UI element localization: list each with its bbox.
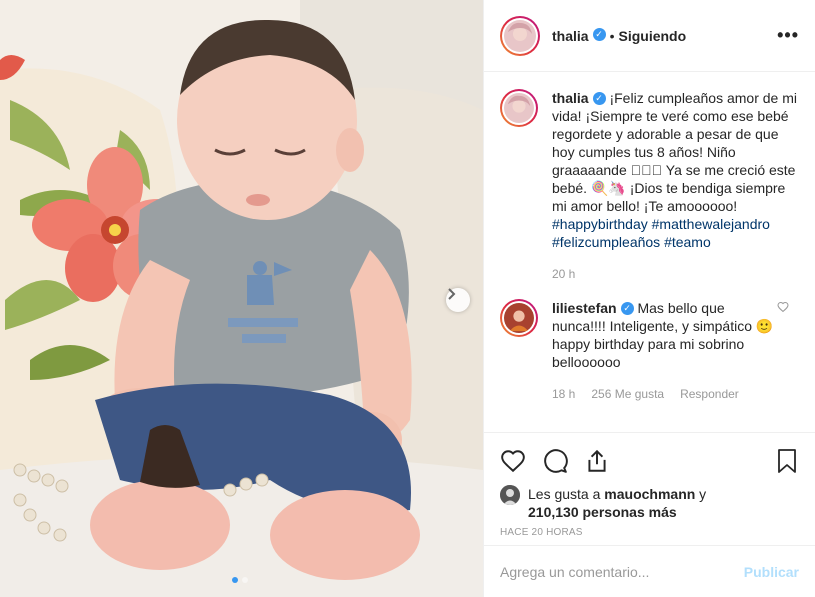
comment-item: liliestefan ✓ Mas bello que nunca!!!! Int…	[500, 299, 799, 403]
separator-dot: •	[609, 27, 615, 44]
avatar-image	[504, 93, 534, 123]
comment-composer: Publicar	[484, 545, 815, 597]
comment-meta: 18 h 256 Me gusta Responder	[552, 385, 775, 403]
next-photo-button[interactable]	[446, 288, 470, 312]
liker-username[interactable]: mauochmann	[604, 486, 695, 502]
like-comment-heart-icon[interactable]	[777, 301, 789, 313]
avatar-image	[504, 19, 536, 52]
comment-time[interactable]: 18 h	[552, 385, 575, 403]
caption-username[interactable]: thalia	[552, 90, 589, 106]
comment-likes[interactable]: 256 Me gusta	[591, 385, 664, 403]
following-button[interactable]: Siguiendo	[618, 28, 686, 44]
comment-input[interactable]	[500, 563, 744, 580]
carousel-indicator	[232, 577, 248, 583]
caption-avatar[interactable]	[500, 89, 538, 127]
likes-count[interactable]: 210,130 personas más	[528, 504, 677, 520]
carousel-dot-active	[232, 577, 238, 583]
comment-emoji: 🙂	[755, 318, 774, 334]
post-header: thalia ✓ • Siguiendo •••	[484, 0, 815, 72]
likes-prefix: Les gusta a	[528, 486, 605, 502]
post-timestamp[interactable]: HACE 20 HORAS	[500, 527, 799, 538]
post-actions: Les gusta a mauochmann y 210,130 persona…	[484, 432, 815, 538]
likes-summary: Les gusta a mauochmann y 210,130 persona…	[500, 485, 799, 521]
more-options-icon[interactable]: •••	[777, 25, 799, 46]
post-photo[interactable]	[0, 0, 483, 597]
author-username[interactable]: thalia	[552, 28, 589, 44]
action-icons	[500, 441, 799, 481]
share-icon[interactable]	[584, 448, 610, 474]
chevron-right-icon	[448, 288, 456, 300]
carousel-dot	[242, 577, 248, 583]
bookmark-icon[interactable]	[775, 448, 799, 474]
like-heart-icon[interactable]	[500, 448, 526, 474]
publish-button[interactable]: Publicar	[744, 564, 799, 580]
commenter-avatar[interactable]	[500, 299, 538, 337]
comment-body: liliestefan ✓ Mas bello que nunca!!!! Int…	[552, 299, 799, 403]
reply-button[interactable]: Responder	[680, 385, 739, 403]
caption-meta: 20 h	[552, 265, 799, 283]
verified-badge-icon: ✓	[620, 301, 634, 315]
hashtag-link[interactable]: #happybirthday	[552, 216, 648, 232]
comment-text: happy birthday para mi sobrino bellooooo…	[552, 336, 745, 370]
baby-photo-illustration	[0, 0, 483, 597]
hashtag-link[interactable]: #teamo	[664, 234, 711, 250]
verified-badge-icon: ✓	[592, 28, 606, 41]
comment-bubble-icon[interactable]	[542, 448, 568, 474]
verified-badge-icon: ✓	[592, 91, 606, 105]
likes-text: Les gusta a mauochmann y 210,130 persona…	[528, 485, 706, 521]
hashtag-link[interactable]: #felizcumpleaños	[552, 234, 660, 250]
comments-section: thalia ✓ ¡Feliz cumpleaños amor de mi vid…	[484, 73, 815, 431]
hashtag-link[interactable]: #matthewalejandro	[652, 216, 770, 232]
caption-body: thalia ✓ ¡Feliz cumpleaños amor de mi vid…	[552, 89, 799, 283]
caption: thalia ✓ ¡Feliz cumpleaños amor de mi vid…	[500, 89, 799, 283]
avatar-image	[504, 303, 534, 333]
liker-avatar[interactable]	[500, 485, 520, 505]
author-avatar[interactable]	[500, 15, 540, 56]
post-details-panel: thalia ✓ • Siguiendo ••• thalia ✓ ¡Feliz …	[483, 0, 815, 597]
likes-middle: y	[695, 486, 707, 502]
caption-time[interactable]: 20 h	[552, 265, 575, 283]
caption-emoji: 🍭🦄	[590, 180, 626, 196]
commenter-username[interactable]: liliestefan	[552, 300, 617, 316]
